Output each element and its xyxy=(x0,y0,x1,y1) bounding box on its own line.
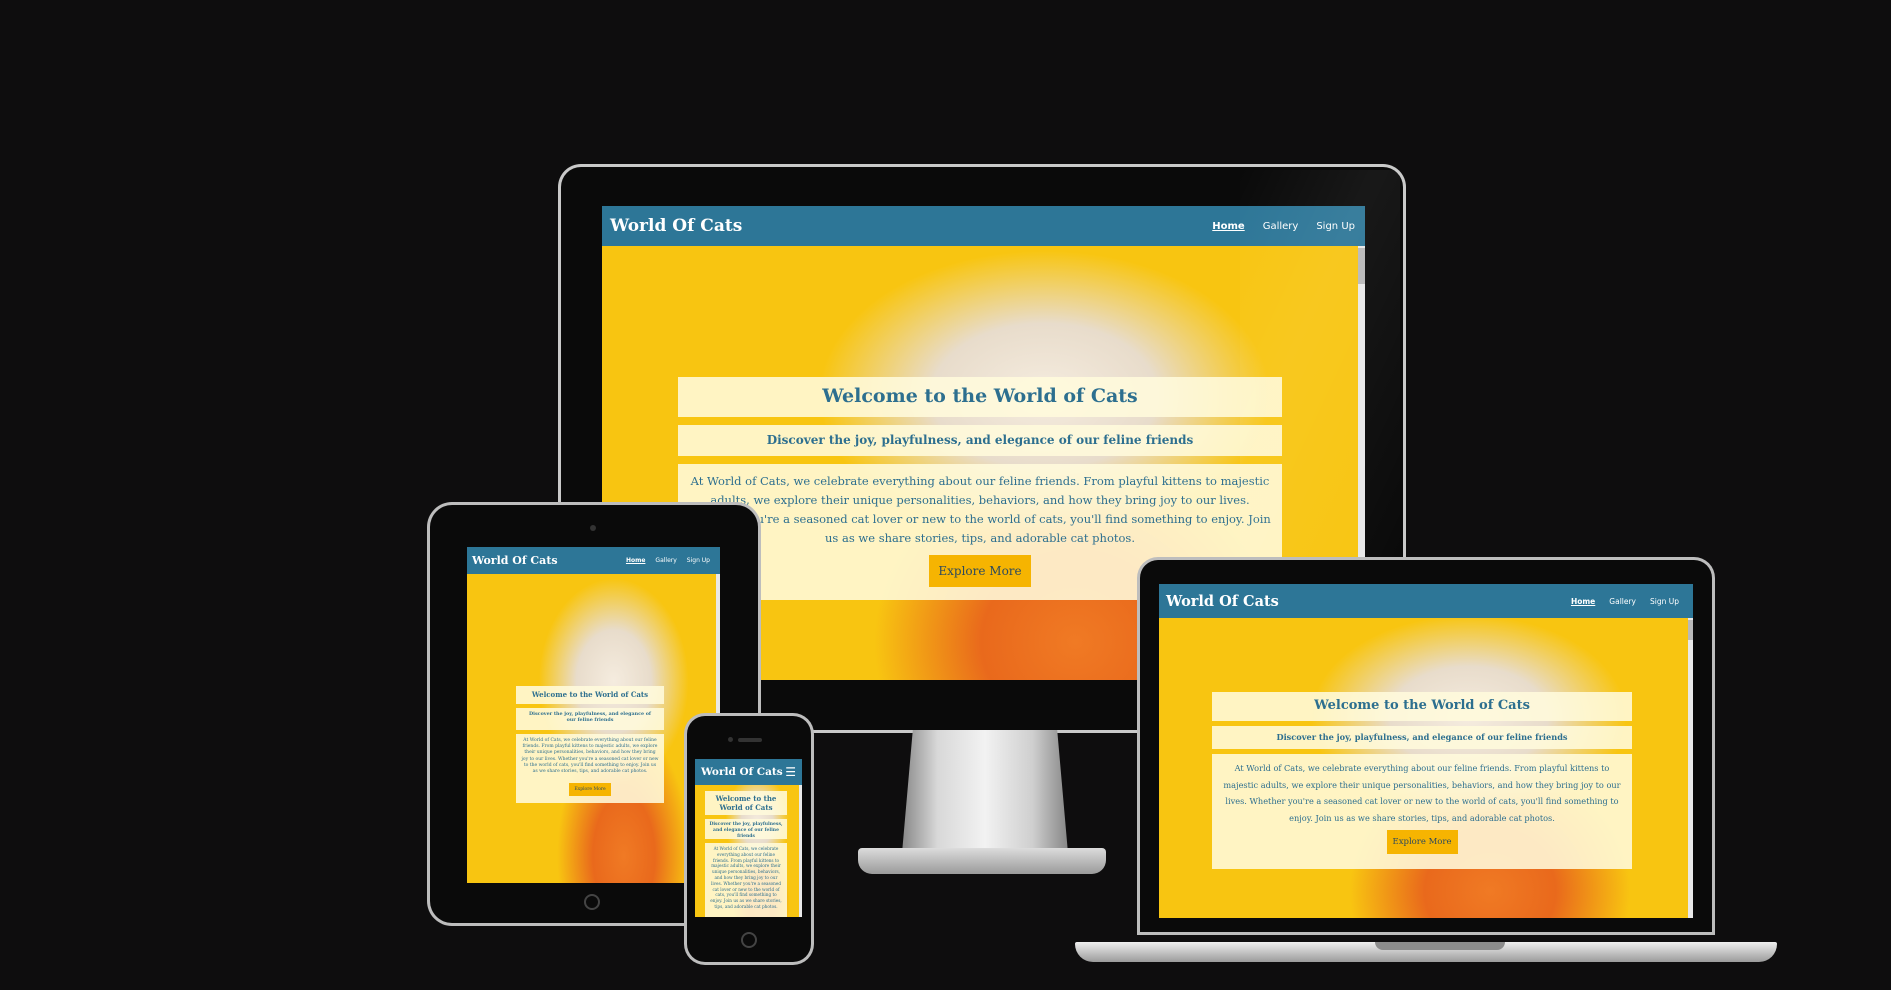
navbar: World Of Cats ☰ xyxy=(695,759,802,785)
nav-home-link[interactable]: Home xyxy=(1571,597,1595,606)
site-brand[interactable]: World Of Cats xyxy=(472,554,558,567)
monitor-stand xyxy=(901,730,1069,860)
phone-speaker xyxy=(738,738,762,742)
laptop-screen: World Of Cats Home Gallery Sign Up Welco… xyxy=(1159,584,1693,918)
hero-body-box: At World of Cats, we celebrate everythin… xyxy=(516,734,664,803)
hero-heading: Welcome to the World of Cats xyxy=(715,794,777,812)
hero-subheading: Discover the joy, playfulness, and elega… xyxy=(766,433,1194,447)
monitor-base xyxy=(858,848,1106,874)
phone-camera xyxy=(728,737,733,742)
explore-more-button[interactable]: Explore More xyxy=(569,783,611,797)
explore-more-button[interactable]: Explore More xyxy=(929,555,1031,587)
nav-signup-link[interactable]: Sign Up xyxy=(1650,597,1679,606)
hero-subheading-box: Discover the joy, playfulness, and elega… xyxy=(1212,726,1632,749)
hero-heading-box: Welcome to the World of Cats xyxy=(516,686,664,704)
hero-subheading-box: Discover the joy, playfulness, and elega… xyxy=(678,425,1282,456)
navbar: World Of Cats Home Gallery Sign Up xyxy=(1159,584,1693,618)
nav-gallery-link[interactable]: Gallery xyxy=(1609,597,1636,606)
scrollbar-thumb[interactable] xyxy=(1688,620,1693,640)
hero-subheading-box: Discover the joy, playfulness, and elega… xyxy=(516,708,664,730)
hero-heading-box: Welcome to the World of Cats xyxy=(678,377,1282,417)
tablet-camera xyxy=(590,525,596,531)
hero-body-text: At World of Cats, we celebrate everythin… xyxy=(521,738,659,775)
hero-body-box: At World of Cats, we celebrate everythin… xyxy=(1212,754,1632,869)
hero-body-text: At World of Cats, we celebrate everythin… xyxy=(1223,763,1621,823)
hero-body-text: At World of Cats, we celebrate everythin… xyxy=(689,474,1271,545)
laptop-notch xyxy=(1375,942,1505,950)
hero-body-text: At World of Cats, we celebrate everythin… xyxy=(710,846,782,909)
navbar: World Of Cats Home Gallery Sign Up xyxy=(467,547,720,574)
hero-body-box: At World of Cats, we celebrate everythin… xyxy=(705,843,787,917)
site-brand[interactable]: World Of Cats xyxy=(610,216,742,236)
hero-subheading-box: Discover the joy, playfulness, and elega… xyxy=(705,819,787,839)
phone-home-button xyxy=(741,932,757,948)
hero-subheading: Discover the joy, playfulness, and elega… xyxy=(709,822,783,839)
hero-heading-box: Welcome to the World of Cats xyxy=(1212,692,1632,721)
scrollbar[interactable] xyxy=(1688,618,1693,918)
site-brand[interactable]: World Of Cats xyxy=(701,766,783,778)
hero-heading: Welcome to the World of Cats xyxy=(1314,698,1530,713)
phone-screen: World Of Cats ☰ Welcome to the World of … xyxy=(695,759,802,917)
monitor-glare xyxy=(1240,170,1400,560)
hero-heading-box: Welcome to the World of Cats xyxy=(705,791,787,815)
hamburger-menu-icon[interactable]: ☰ xyxy=(785,765,796,779)
nav-signup-link[interactable]: Sign Up xyxy=(687,557,710,564)
site-brand[interactable]: World Of Cats xyxy=(1166,593,1279,610)
nav-home-link[interactable]: Home xyxy=(626,557,645,564)
hero-heading: Welcome to the World of Cats xyxy=(531,690,649,699)
nav-links: Home Gallery Sign Up xyxy=(1571,597,1679,606)
nav-gallery-link[interactable]: Gallery xyxy=(655,557,676,564)
nav-links: Home Gallery Sign Up xyxy=(626,557,710,564)
tablet-home-button xyxy=(584,894,600,910)
hero-subheading: Discover the joy, playfulness, and elega… xyxy=(529,711,651,723)
explore-more-button[interactable]: Explore More xyxy=(1386,830,1458,854)
scrollbar[interactable] xyxy=(799,785,802,917)
hero-heading: Welcome to the World of Cats xyxy=(822,385,1138,407)
hero-subheading: Discover the joy, playfulness, and elega… xyxy=(1276,732,1568,742)
tablet-screen: World Of Cats Home Gallery Sign Up Welco… xyxy=(467,547,720,883)
